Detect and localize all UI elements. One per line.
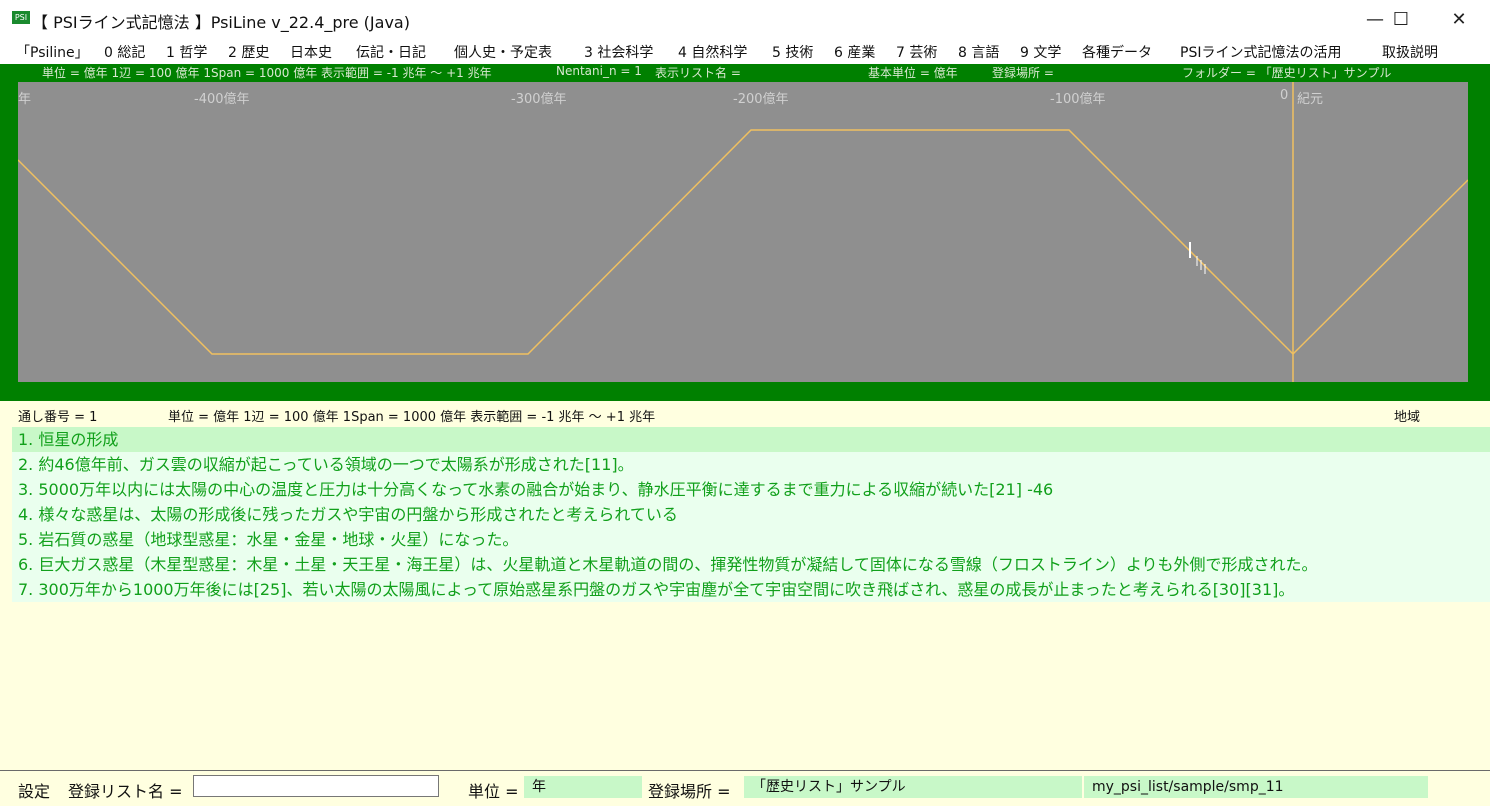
menu-manual[interactable]: 取扱説明 <box>1382 42 1438 62</box>
menu-language[interactable]: 8 言語 <box>958 42 999 62</box>
menu-history[interactable]: 2 歴史 <box>228 42 269 62</box>
timeline-plot[interactable]: 年 -400億年 -300億年 -200億年 -100億年 0 紀元 <box>18 82 1468 382</box>
list-item[interactable]: 4. 様々な惑星は、太陽の形成後に残ったガスや宇宙の円盤から形成されたと考えられ… <box>12 502 1490 527</box>
list-name-label: 登録リスト名 = <box>68 782 183 801</box>
bottom-bar: 設定 登録リスト名 = 単位 = 年 登録場所 = 「歴史リスト」サンプル my… <box>0 770 1490 806</box>
menu-bar: 「Psiline」 0 総記 1 哲学 2 歴史 日本史 伝記・日記 個人史・予… <box>0 38 1490 64</box>
menu-biography[interactable]: 伝記・日記 <box>356 42 426 62</box>
status-nentani: Nentani_n = 1 <box>556 64 642 78</box>
timeline-panel: 単位 = 億年 1辺 = 100 億年 1Span = 1000 億年 表示範囲… <box>0 64 1490 401</box>
menu-social-science[interactable]: 3 社会科学 <box>584 42 653 62</box>
list-item[interactable]: 6. 巨大ガス惑星（木星型惑星：木星・土星・天王星・海王星）は、火星軌道と木星軌… <box>12 552 1490 577</box>
close-button[interactable]: ✕ <box>1430 0 1488 38</box>
maximize-button[interactable]: ☐ <box>1372 0 1430 38</box>
status-base-unit: 基本単位 = 億年 <box>868 66 958 80</box>
list-name-input[interactable] <box>193 775 439 797</box>
region-label: 地域 <box>1394 410 1421 425</box>
app-icon: PSI <box>12 11 30 24</box>
list-item[interactable]: 5. 岩石質の惑星（地球型惑星：水星・金星・地球・火星）になった。 <box>12 527 1490 552</box>
menu-personal-history[interactable]: 個人史・予定表 <box>454 42 552 62</box>
window-title: 【 PSIライン式記憶法 】PsiLine v_22.4_pre (Java) <box>32 13 410 32</box>
title-bar: PSI 【 PSIライン式記憶法 】PsiLine v_22.4_pre (Ja… <box>0 0 1490 38</box>
settings-button[interactable]: 設定 <box>18 778 50 802</box>
location-value: 「歴史リスト」サンプル <box>744 776 1082 798</box>
menu-industry[interactable]: 6 産業 <box>834 42 875 62</box>
info-unit: 単位 = 億年 1辺 = 100 億年 1Span = 1000 億年 表示範囲… <box>168 410 656 425</box>
menu-arts[interactable]: 7 芸術 <box>896 42 937 62</box>
unit-value: 年 <box>524 776 642 798</box>
event-list: 1. 恒星の形成 2. 約46億年前、ガス雲の収縮が起こっている領域の一つで太陽… <box>12 427 1490 602</box>
menu-literature[interactable]: 9 文学 <box>1020 42 1061 62</box>
menu-psiline-usage[interactable]: PSIライン式記憶法の活用 <box>1180 42 1341 62</box>
list-item[interactable]: 3. 5000万年以内には太陽の中心の温度と圧力は十分高くなって水素の融合が始ま… <box>12 477 1490 502</box>
menu-philosophy[interactable]: 1 哲学 <box>166 42 207 62</box>
psi-line-svg <box>18 82 1468 382</box>
list-item[interactable]: 2. 約46億年前、ガス雲の収縮が起こっている領域の一つで太陽系が形成された[1… <box>12 452 1490 477</box>
serial-number: 通し番号 = 1 <box>18 410 98 425</box>
psi-zigzag-line <box>18 129 1468 356</box>
info-row: 通し番号 = 1 単位 = 億年 1辺 = 100 億年 1Span = 100… <box>0 401 1490 427</box>
menu-general[interactable]: 0 総記 <box>104 42 145 62</box>
menu-psiline[interactable]: 「Psiline」 <box>16 42 89 62</box>
list-item[interactable]: 1. 恒星の形成 <box>12 427 1490 452</box>
menu-data[interactable]: 各種データ <box>1082 42 1152 62</box>
menu-japanese-history[interactable]: 日本史 <box>290 42 332 62</box>
menu-technology[interactable]: 5 技術 <box>772 42 813 62</box>
location-label: 登録場所 = <box>648 782 731 801</box>
status-location: 登録場所 = <box>992 66 1054 80</box>
unit-label: 単位 = <box>468 782 519 801</box>
status-folder: フォルダー = 「歴史リスト」サンプル <box>1182 66 1392 80</box>
list-item[interactable]: 7. 300万年から1000万年後には[25]、若い太陽の太陽風によって原始惑星… <box>12 577 1490 602</box>
path-value: my_psi_list/sample/smp_11 <box>1084 776 1428 798</box>
status-unit-info: 単位 = 億年 1辺 = 100 億年 1Span = 1000 億年 表示範囲… <box>42 66 492 80</box>
status-list-name: 表示リスト名 = <box>655 66 741 80</box>
menu-natural-science[interactable]: 4 自然科学 <box>678 42 747 62</box>
